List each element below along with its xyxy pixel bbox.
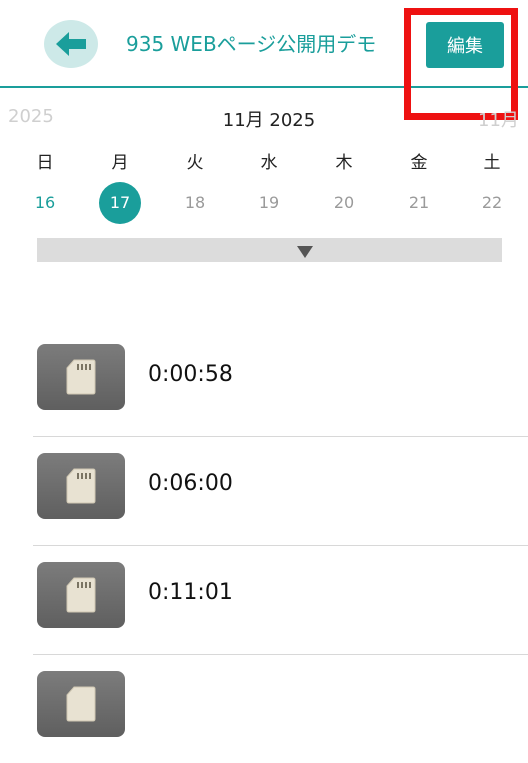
weekday-fri: 金 <box>410 153 428 173</box>
day-16[interactable]: 16 <box>24 182 66 224</box>
weekday-thu: 木 <box>335 153 353 173</box>
weekday-tue: 火 <box>186 153 204 173</box>
weekday-sat: 土 <box>483 153 501 173</box>
day-19[interactable]: 19 <box>248 182 290 224</box>
recording-thumbnail <box>37 562 125 628</box>
page-title: 935 WEBページ公開用デモ <box>126 32 377 56</box>
weekday-sun: 日 <box>36 153 54 173</box>
day-18[interactable]: 18 <box>174 182 216 224</box>
recording-list-item[interactable]: 0:11:01 <box>33 546 528 655</box>
day-21[interactable]: 21 <box>398 182 440 224</box>
recording-thumbnail <box>37 453 125 519</box>
day-22[interactable]: 22 <box>471 182 513 224</box>
arrow-left-icon <box>56 32 86 56</box>
day-20[interactable]: 20 <box>323 182 365 224</box>
recording-time: 0:06:00 <box>148 471 233 496</box>
prev-month-label[interactable]: 2025 <box>8 106 54 127</box>
recording-time: 0:11:01 <box>148 580 233 605</box>
sd-card-icon <box>66 468 96 504</box>
recording-thumbnail <box>37 344 125 410</box>
sd-card-icon <box>66 686 96 722</box>
day-17-selected[interactable]: 17 <box>99 182 141 224</box>
back-button[interactable] <box>44 20 98 68</box>
recording-thumbnail <box>37 671 125 737</box>
next-month-label[interactable]: 11月 <box>478 106 519 132</box>
triangle-down-icon <box>297 246 313 258</box>
sd-card-icon <box>66 359 96 395</box>
edit-button[interactable]: 編集 <box>426 22 504 68</box>
weekday-mon: 月 <box>111 153 129 173</box>
current-month-label: 11月 2025 <box>222 110 316 131</box>
weekday-wed: 水 <box>260 153 278 173</box>
sd-card-icon <box>66 577 96 613</box>
recording-time: 0:00:58 <box>148 362 233 387</box>
recording-list-item[interactable]: 0:00:58 <box>33 328 528 437</box>
recording-list-item[interactable] <box>33 655 528 763</box>
calendar-expand-bar[interactable] <box>37 238 502 262</box>
recording-list-item[interactable]: 0:06:00 <box>33 437 528 546</box>
app-header: 935 WEBページ公開用デモ 編集 <box>0 0 528 88</box>
